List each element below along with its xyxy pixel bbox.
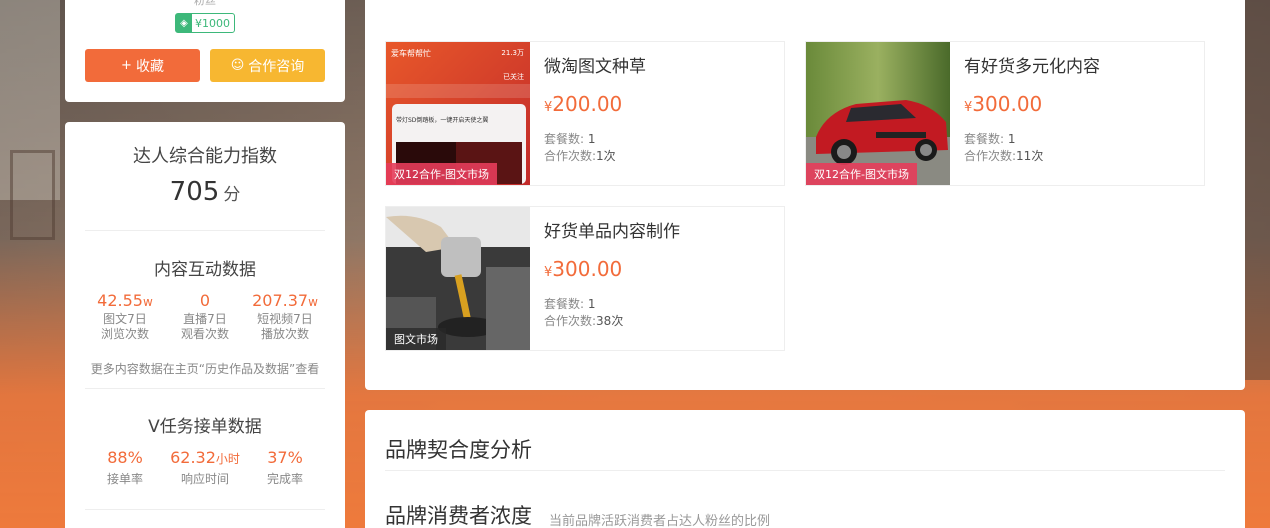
stat-label: 图文7日 <box>103 312 147 326</box>
stat-item: 42.55w 图文7日 浏览次数 <box>85 291 165 342</box>
brand-title: 品牌契合度分析 <box>385 438 532 462</box>
stat-item: 62.32小时 响应时间 <box>165 448 245 487</box>
stat-value: 0 <box>199 291 211 310</box>
product-package: 套餐数: 1 <box>964 130 1016 147</box>
stat-label: 播放次数 <box>260 327 309 341</box>
thumb-fans-count: 21.3万 <box>501 49 524 57</box>
favorite-button[interactable]: + 收藏 <box>85 49 200 82</box>
product-title: 有好货多元化内容 <box>964 57 1100 77</box>
price-value: 300.00 <box>552 257 623 281</box>
divider <box>385 470 1225 471</box>
package-label: 套餐数: <box>964 132 1005 146</box>
stat-item: 88% 接单率 <box>85 448 165 487</box>
consult-button[interactable]: ☺ 合作咨询 <box>210 49 325 82</box>
stat-unit: w <box>308 295 318 309</box>
package-label: 套餐数: <box>544 132 585 146</box>
price-tag-icon: ◈ <box>176 14 192 32</box>
vtask-stats: 88% 接单率 62.32小时 响应时间 37% 完成率 <box>85 448 325 487</box>
stat-value: 42.55 <box>97 291 143 310</box>
consult-label: 合作咨询 <box>248 58 305 75</box>
stat-value: 207.37 <box>252 291 309 310</box>
product-coop: 合作次数:11次 <box>964 147 1043 164</box>
stat-label: 响应时间 <box>180 472 229 486</box>
product-image: 图文市场 <box>386 207 530 350</box>
package-value: 1 <box>587 132 596 146</box>
price-value: 200.00 <box>552 92 623 116</box>
stat-item: 0 直播7日 观看次数 <box>165 291 245 342</box>
product-tag: 图文市场 <box>386 328 446 350</box>
product-image: 双12合作-图文市场 <box>806 42 950 185</box>
stat-unit: 小时 <box>215 452 240 466</box>
vtask-title: V任务接单数据 <box>148 417 262 437</box>
product-coop: 合作次数:1次 <box>544 147 616 164</box>
coop-value: 11次 <box>1016 149 1044 163</box>
stat-value: 88% <box>107 448 143 467</box>
stat-label: 直播7日 <box>183 312 227 326</box>
product-tag: 双12合作-图文市场 <box>806 163 917 185</box>
coop-label: 合作次数: <box>544 149 597 163</box>
favorite-label: 收藏 <box>135 58 164 75</box>
coop-label: 合作次数: <box>544 314 597 328</box>
price-value: 300.00 <box>972 92 1043 116</box>
product-card[interactable]: 双12合作-图文市场 有好货多元化内容 ¥300.00 套餐数: 1 合作次数:… <box>805 41 1205 186</box>
ability-score: 705 分 <box>65 177 345 207</box>
score-value: 705 <box>169 177 220 207</box>
thumb-account-name: 爱车帮帮忙 <box>391 49 431 58</box>
brand-sub-description: 当前品牌活跃消费者占达人粉丝的比例 <box>549 514 771 528</box>
price-value: ¥1000 <box>195 16 230 30</box>
stat-label: 完成率 <box>266 472 303 486</box>
divider <box>85 509 325 510</box>
stat-label: 接单率 <box>106 472 143 486</box>
product-card[interactable]: 爱车帮帮忙 21.3万 已关注 带灯SD倒踏板，一键开启天使之翼 双12合作-图… <box>385 41 785 186</box>
product-image: 爱车帮帮忙 21.3万 已关注 带灯SD倒踏板，一键开启天使之翼 双12合作-图… <box>386 42 530 185</box>
background-decoration <box>10 150 55 240</box>
products-card: 爱车帮帮忙 21.3万 已关注 带灯SD倒踏板，一键开启天使之翼 双12合作-图… <box>365 0 1245 390</box>
product-tag: 双12合作-图文市场 <box>386 163 497 185</box>
coop-value: 38次 <box>596 314 624 328</box>
divider <box>85 230 325 231</box>
package-label: 套餐数: <box>544 297 585 311</box>
stat-label: 浏览次数 <box>100 327 149 341</box>
chat-icon: ☺ <box>230 58 245 73</box>
profile-card: 粉丝 ◈ ¥1000 + 收藏 ☺ 合作咨询 <box>65 0 345 102</box>
stat-value: 37% <box>267 448 303 467</box>
stat-label: 观看次数 <box>180 327 229 341</box>
stat-label: 短视频7日 <box>257 312 313 326</box>
interaction-stats: 42.55w 图文7日 浏览次数 0 直播7日 观看次数 207.37w 短视频… <box>85 291 325 342</box>
coop-label: 合作次数: <box>964 149 1017 163</box>
stat-item: 37% 完成率 <box>245 448 325 487</box>
product-price: ¥300.00 <box>964 92 1042 116</box>
package-value: 1 <box>587 297 596 311</box>
product-price: ¥200.00 <box>544 92 622 116</box>
product-package: 套餐数: 1 <box>544 130 596 147</box>
thumb-follow-label: 已关注 <box>503 73 524 81</box>
product-title: 好货单品内容制作 <box>544 222 680 242</box>
score-unit: 分 <box>223 185 241 205</box>
ability-title: 达人综合能力指数 <box>133 146 277 167</box>
package-value: 1 <box>1007 132 1016 146</box>
thumb-post-title: 带灯SD倒踏板，一键开启天使之翼 <box>396 117 489 124</box>
stat-value: 62.32 <box>170 448 216 467</box>
product-package: 套餐数: 1 <box>544 295 596 312</box>
background-decoration <box>1245 0 1270 380</box>
brand-sub-title: 品牌消费者浓度 <box>385 504 532 528</box>
product-price: ¥300.00 <box>544 257 622 281</box>
stats-card: 达人综合能力指数 705 分 内容互动数据 42.55w 图文7日 浏览次数 0 … <box>65 122 345 528</box>
product-coop: 合作次数:38次 <box>544 312 623 329</box>
data-note: 更多内容数据在主页“历史作品及数据”查看 <box>90 362 320 376</box>
coop-value: 1次 <box>596 149 616 163</box>
product-card[interactable]: 图文市场 好货单品内容制作 ¥300.00 套餐数: 1 合作次数:38次 <box>385 206 785 351</box>
divider <box>85 388 325 389</box>
brand-analysis-card: 品牌契合度分析 品牌消费者浓度 当前品牌活跃消费者占达人粉丝的比例 <box>365 410 1245 528</box>
stat-unit: w <box>142 295 153 309</box>
plus-icon: + <box>121 58 132 73</box>
fans-label: 粉丝 <box>194 0 216 7</box>
interaction-title: 内容互动数据 <box>154 260 256 280</box>
stat-item: 207.37w 短视频7日 播放次数 <box>245 291 325 342</box>
price-badge: ◈ ¥1000 <box>175 13 235 33</box>
product-title: 微淘图文种草 <box>544 57 646 77</box>
